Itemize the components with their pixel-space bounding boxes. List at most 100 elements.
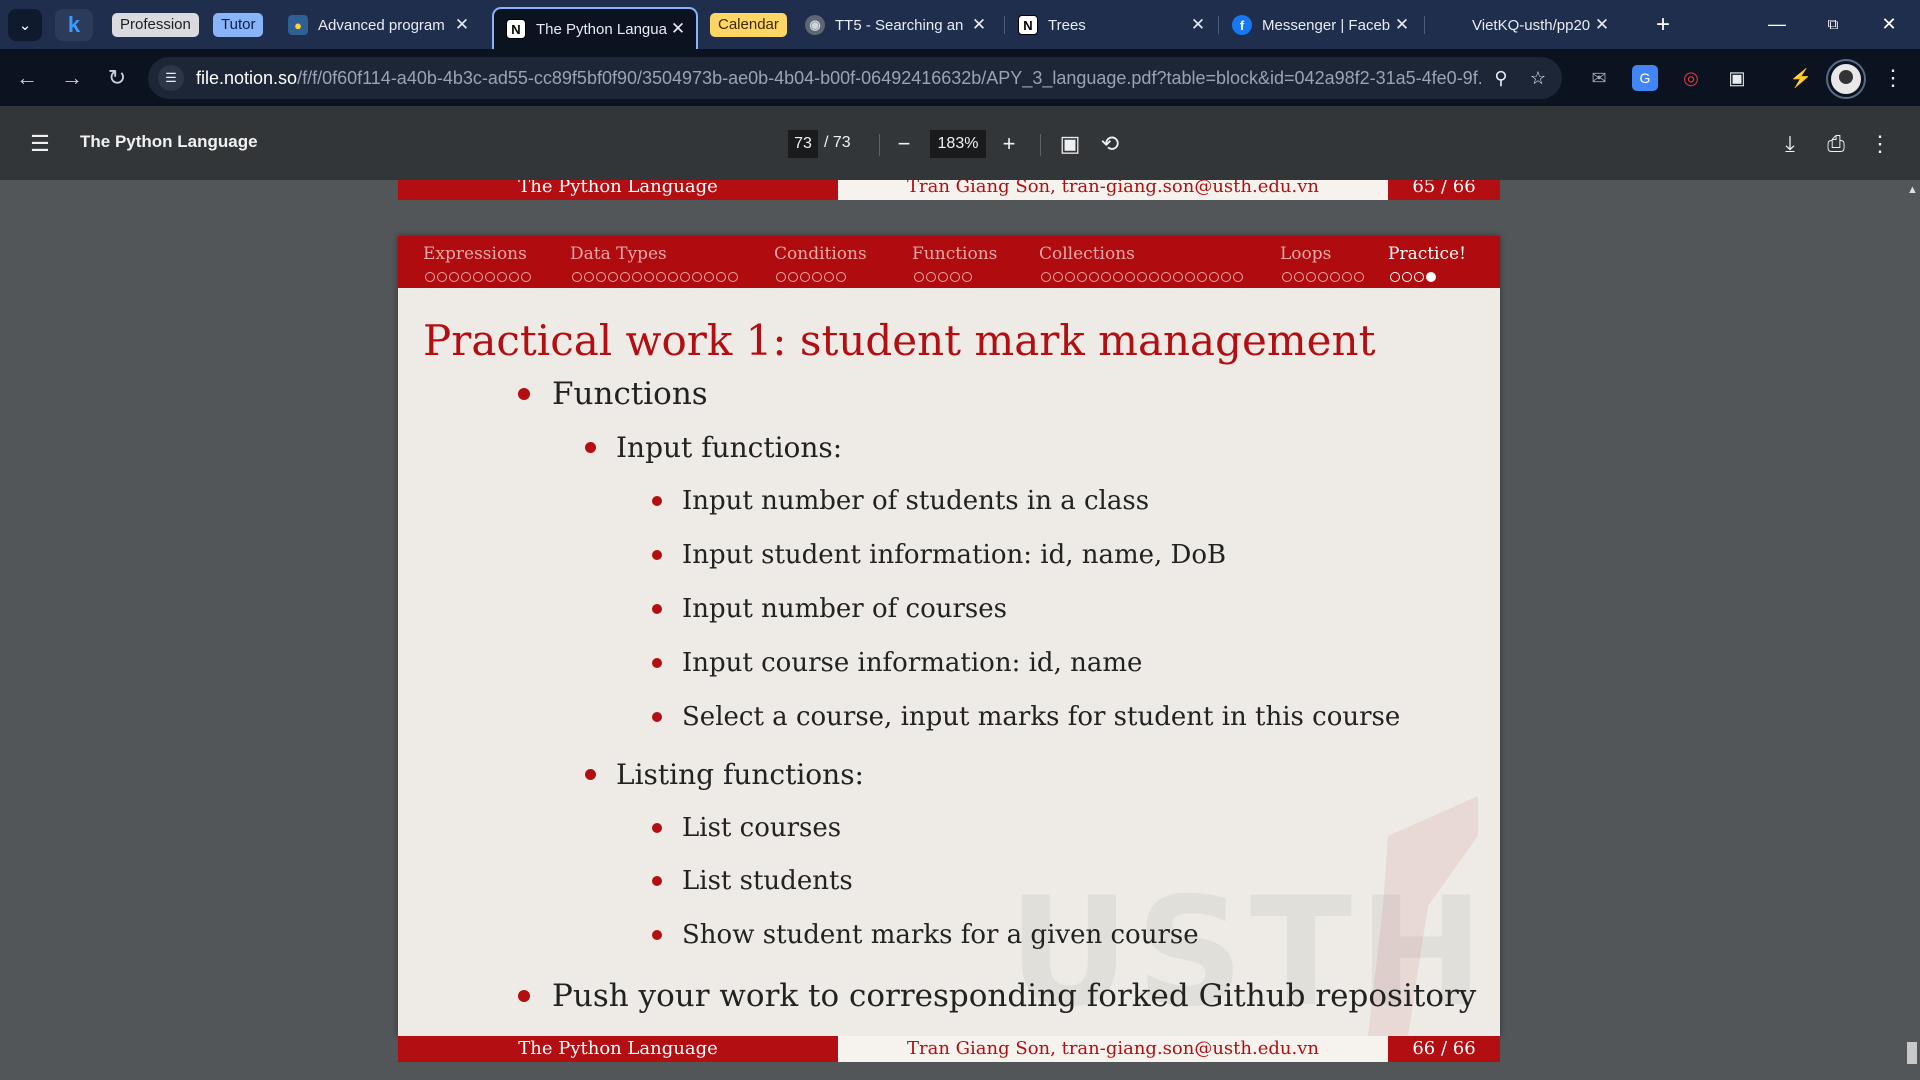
nav-progress-dot[interactable]: [1209, 272, 1219, 282]
record-extension-icon[interactable]: ◎: [1678, 65, 1704, 91]
nav-progress-dot[interactable]: [1173, 272, 1183, 282]
nav-progress-dot[interactable]: [836, 272, 846, 282]
nav-progress-dot[interactable]: [1414, 272, 1424, 282]
nav-progress-dot[interactable]: [1390, 272, 1400, 282]
forward-button[interactable]: →: [57, 63, 87, 93]
nav-progress-dot[interactable]: [788, 272, 798, 282]
close-icon[interactable]: ✕: [1592, 15, 1612, 35]
nav-progress-dot[interactable]: [1306, 272, 1316, 282]
nav-progress-dot[interactable]: [620, 272, 630, 282]
menu-kebab-icon[interactable]: ⋮: [1880, 65, 1906, 91]
close-icon[interactable]: ✕: [969, 15, 989, 35]
bookmark-star-icon[interactable]: ☆: [1526, 66, 1550, 90]
nav-progress-dot[interactable]: [425, 272, 435, 282]
nav-progress-dot[interactable]: [950, 272, 960, 282]
extensions-puzzle-icon[interactable]: ▣: [1724, 65, 1750, 91]
tab-group-tutor[interactable]: Tutor: [213, 13, 264, 37]
address-bar[interactable]: ☰ file.notion.so/f/f/0f60f114-a40b-4b3c-…: [148, 57, 1562, 99]
tab-python-language[interactable]: N The Python Langua ✕: [492, 7, 698, 49]
nav-section-collections[interactable]: Collections: [1039, 244, 1135, 264]
nav-progress-dot[interactable]: [473, 272, 483, 282]
performance-icon[interactable]: ⚡: [1788, 65, 1814, 91]
url-text[interactable]: file.notion.so/f/f/0f60f114-a40b-4b3c-ad…: [196, 68, 1481, 89]
translate-extension-icon[interactable]: G: [1632, 65, 1658, 91]
tab-group-profession[interactable]: Profession: [112, 13, 199, 37]
nav-progress-dot[interactable]: [497, 272, 507, 282]
nav-progress-dot[interactable]: [1137, 272, 1147, 282]
nav-section-functions[interactable]: Functions: [912, 244, 997, 264]
rotate-button[interactable]: ⟲: [1096, 130, 1124, 158]
nav-progress-dot[interactable]: [509, 272, 519, 282]
fit-to-page-button[interactable]: ▣: [1056, 130, 1084, 158]
nav-progress-dot[interactable]: [608, 272, 618, 282]
zoom-level-input[interactable]: 183%: [930, 130, 986, 158]
nav-progress-dot[interactable]: [1294, 272, 1304, 282]
restore-button[interactable]: ⧉: [1810, 0, 1856, 49]
reload-button[interactable]: ↻: [102, 63, 132, 93]
nav-progress-dot[interactable]: [1330, 272, 1340, 282]
download-button[interactable]: ⤓: [1776, 130, 1804, 158]
nav-progress-dot[interactable]: [1282, 272, 1292, 282]
nav-progress-dot[interactable]: [812, 272, 822, 282]
nav-progress-dot[interactable]: [1185, 272, 1195, 282]
profile-avatar[interactable]: [1828, 61, 1864, 97]
vertical-scrollbar[interactable]: ▲: [1904, 180, 1920, 1080]
nav-progress-dot[interactable]: [1354, 272, 1364, 282]
nav-progress-dot[interactable]: [596, 272, 606, 282]
nav-progress-dot[interactable]: [1221, 272, 1231, 282]
nav-progress-dot[interactable]: [776, 272, 786, 282]
nav-progress-dot[interactable]: [1053, 272, 1063, 282]
nav-progress-dot[interactable]: [656, 272, 666, 282]
nav-progress-dot[interactable]: [1089, 272, 1099, 282]
nav-progress-dot[interactable]: [962, 272, 972, 282]
zoom-icon[interactable]: ⚲: [1489, 66, 1513, 90]
close-icon[interactable]: ✕: [452, 15, 472, 35]
nav-progress-dot[interactable]: [692, 272, 702, 282]
nav-progress-dot[interactable]: [521, 272, 531, 282]
nav-progress-dot[interactable]: [1318, 272, 1328, 282]
close-window-button[interactable]: ✕: [1866, 0, 1912, 49]
tab-group-calendar[interactable]: Calendar: [710, 13, 787, 37]
nav-progress-dot[interactable]: [1233, 272, 1243, 282]
nav-progress-dot[interactable]: [824, 272, 834, 282]
print-button[interactable]: ⎙: [1822, 130, 1850, 158]
close-icon[interactable]: ✕: [1392, 15, 1412, 35]
nav-progress-dot[interactable]: [800, 272, 810, 282]
nav-progress-dot[interactable]: [1426, 272, 1436, 282]
back-button[interactable]: ←: [12, 63, 42, 93]
nav-progress-dot[interactable]: [914, 272, 924, 282]
nav-progress-dot[interactable]: [1125, 272, 1135, 282]
nav-progress-dot[interactable]: [1342, 272, 1352, 282]
tab-search-button[interactable]: ⌄: [8, 9, 42, 41]
nav-progress-dot[interactable]: [1161, 272, 1171, 282]
nav-progress-dot[interactable]: [1077, 272, 1087, 282]
nav-section-loops[interactable]: Loops: [1280, 244, 1331, 264]
nav-progress-dot[interactable]: [584, 272, 594, 282]
nav-progress-dot[interactable]: [728, 272, 738, 282]
nav-progress-dot[interactable]: [668, 272, 678, 282]
nav-progress-dot[interactable]: [926, 272, 936, 282]
nav-section-conditions[interactable]: Conditions: [774, 244, 867, 264]
nav-progress-dot[interactable]: [461, 272, 471, 282]
nav-section-data-types[interactable]: Data Types: [570, 244, 667, 264]
nav-section-expressions[interactable]: Expressions: [423, 244, 527, 264]
nav-progress-dot[interactable]: [1113, 272, 1123, 282]
nav-progress-dot[interactable]: [938, 272, 948, 282]
nav-progress-dot[interactable]: [704, 272, 714, 282]
more-options-button[interactable]: ⋮: [1866, 130, 1894, 158]
nav-progress-dot[interactable]: [485, 272, 495, 282]
nav-progress-dot[interactable]: [632, 272, 642, 282]
nav-progress-dot[interactable]: [449, 272, 459, 282]
close-icon[interactable]: ✕: [1188, 15, 1208, 35]
minimize-button[interactable]: —: [1754, 0, 1800, 49]
nav-progress-dot[interactable]: [1101, 272, 1111, 282]
nav-progress-dot[interactable]: [716, 272, 726, 282]
close-icon[interactable]: ✕: [668, 19, 688, 39]
tab-tt5-searching[interactable]: ◉ TT5 - Searching an ✕: [793, 7, 997, 43]
zoom-out-button[interactable]: −: [890, 130, 918, 158]
nav-progress-dot[interactable]: [1149, 272, 1159, 282]
page-number-input[interactable]: 73: [788, 130, 818, 158]
hamburger-menu-icon[interactable]: ☰: [26, 130, 54, 158]
tab-messenger[interactable]: f Messenger | Faceb ✕: [1220, 7, 1420, 43]
tab-advanced-program[interactable]: ● Advanced program ✕: [276, 7, 480, 43]
